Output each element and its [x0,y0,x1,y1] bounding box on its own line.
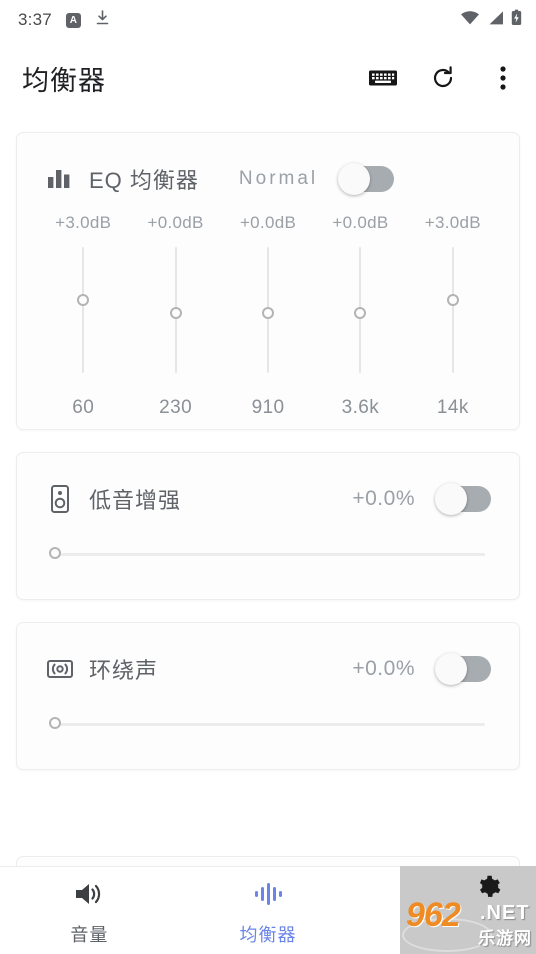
equalizer-toggle[interactable] [338,163,395,195]
app-bar: 均衡器 [0,40,536,116]
eq-band-slider[interactable] [161,247,191,373]
eq-band-db: +0.0dB [147,213,204,232]
equalizer-card-header: EQ 均衡器 Normal [17,133,519,195]
watermark-inner: 962 .NET 乐游网 [400,866,536,954]
bass-boost-card: 低音增强 +0.0% [16,452,520,600]
eq-band-db: +3.0dB [55,213,112,232]
eq-band-3600: +0.0dB 3.6k [314,195,406,419]
app-bar-actions [368,63,518,93]
download-icon [95,9,110,31]
site-watermark: 962 .NET 乐游网 [400,866,536,954]
eq-band-frequency: 14k [436,397,469,418]
nav-tab-equalizer-label: 均衡器 [239,925,297,945]
app-screen: 3:37 A 均衡器 EQ 均衡器 Normal +3.0dB 60 +0.0d… [0,0,536,954]
status-bar-right [460,9,522,31]
equalizer-bands: +3.0dB 60 +0.0dB 230 +0.0dB 910 +0.0dB 3… [17,195,519,429]
eq-band-track [82,247,85,373]
surround-toggle-knob [435,653,467,685]
page-title: 均衡器 [22,65,106,96]
bass-boost-value: +0.0% [352,487,415,510]
eq-band-db: +3.0dB [424,213,481,232]
surround-slider[interactable] [49,707,485,741]
volume-icon [73,880,105,913]
eq-band-frequency: 60 [72,397,95,418]
surround-icon [45,654,75,684]
eq-band-frequency: 3.6k [341,397,380,418]
status-bar-clock: 3:37 [18,10,52,29]
bass-boost-thumb[interactable] [49,547,61,559]
equalizer-card: EQ 均衡器 Normal +3.0dB 60 +0.0dB 230 +0.0d… [16,132,520,430]
surround-track [51,723,485,726]
equalizer-preset[interactable]: Normal [239,168,318,190]
eq-band-slider[interactable] [253,247,283,373]
eq-band-thumb[interactable] [354,307,367,319]
status-bar: 3:37 A [0,0,536,40]
status-bar-left: 3:37 A [18,9,110,31]
bass-boost-title: 低音增强 [89,488,182,513]
overflow-menu-icon[interactable] [488,63,518,93]
surround-toggle[interactable] [435,653,491,685]
signal-icon [487,10,504,31]
eq-band-db: +0.0dB [239,213,297,232]
surround-value: +0.0% [352,657,415,680]
eq-band-db: +0.0dB [332,213,389,232]
bass-boost-toggle-knob [435,483,467,515]
eq-band-thumb[interactable] [77,294,90,306]
watermark-domain: .NET [480,902,530,924]
eq-band-slider[interactable] [68,247,98,373]
bass-boost-toggle[interactable] [435,483,491,515]
nav-tab-volume-label: 音量 [70,925,109,945]
eq-band-thumb[interactable] [446,294,459,306]
settings-list: EQ 均衡器 Normal +3.0dB 60 +0.0dB 230 +0.0d… [0,116,536,808]
bass-boost-track [51,553,485,556]
eq-band-slider[interactable] [438,247,468,373]
eq-band-230: +0.0dB 230 [129,195,221,419]
surround-header: 环绕声 +0.0% [17,623,519,685]
nav-tab-equalizer[interactable]: 均衡器 [179,874,358,947]
surround-card: 环绕声 +0.0% [16,622,520,770]
app-badge-icon: A [65,12,81,28]
eq-band-frequency: 910 [251,397,285,418]
bar-chart-icon [45,164,75,194]
nav-tab-volume[interactable]: 音量 [0,874,179,947]
watermark-number: 962 [406,896,461,934]
surround-thumb[interactable] [49,717,61,729]
bass-boost-slider[interactable] [49,537,485,571]
equalizer-waveform-icon [252,880,284,913]
eq-band-60: +3.0dB 60 [37,195,129,419]
eq-band-910: +0.0dB 910 [222,195,314,419]
eq-band-thumb[interactable] [169,307,182,319]
battery-charging-icon [511,9,522,31]
equalizer-band-row: +3.0dB 60 +0.0dB 230 +0.0dB 910 +0.0dB 3… [37,195,499,419]
keyboard-icon[interactable] [368,63,398,93]
equalizer-toggle-knob [338,163,371,195]
surround-title: 环绕声 [89,658,159,683]
bass-boost-header: 低音增强 +0.0% [17,453,519,515]
eq-band-14k: +3.0dB 14k [407,195,499,419]
equalizer-title: EQ 均衡器 [89,168,199,193]
refresh-icon[interactable] [428,63,458,93]
bottom-navigation: 音量 均衡器 962 .NET 乐游网 [0,866,536,954]
eq-band-frequency: 230 [159,397,193,418]
watermark-chinese: 乐游网 [478,929,532,948]
eq-band-track [451,247,454,373]
eq-band-thumb[interactable] [262,307,275,319]
speaker-icon [45,484,75,514]
wifi-icon [460,10,480,31]
eq-band-slider[interactable] [345,247,375,373]
